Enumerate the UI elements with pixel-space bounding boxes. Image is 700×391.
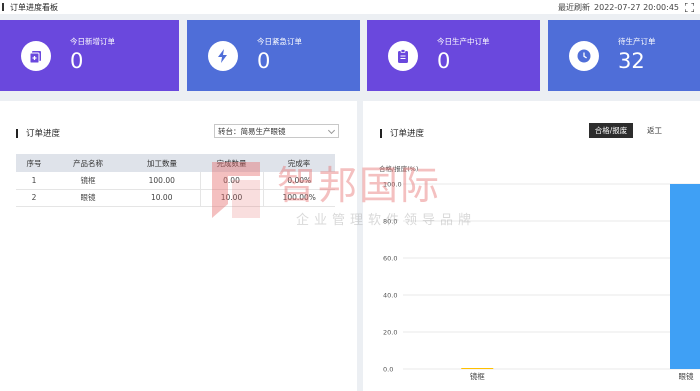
cell: 0.00 — [199, 172, 263, 190]
y-tick-label: 40.0 — [383, 292, 397, 300]
y-tick-label: 0.0 — [383, 366, 393, 374]
cell: 0.00% — [262, 172, 335, 190]
bars — [461, 184, 700, 369]
card-value: 0 — [70, 49, 84, 73]
cell: 镜框 — [52, 172, 124, 190]
title-mark — [2, 3, 4, 11]
card-label: 待生产订单 — [618, 37, 656, 46]
card-label: 今日紧急订单 — [257, 37, 302, 46]
order-table: 序号 产品名称 加工数量 完成数量 完成率 1 镜框 100.00 0.00 0… — [16, 154, 335, 207]
table-header-row: 序号 产品名称 加工数量 完成数量 完成率 — [16, 154, 335, 172]
panel-title-text: 订单进度 — [26, 129, 61, 139]
y-tick-label: 20.0 — [383, 329, 397, 337]
cell: 2 — [16, 189, 52, 207]
page-title: 订单进度看板 — [10, 2, 58, 12]
grid-lines — [403, 183, 700, 370]
y-axis-ticks: 100.0 80.0 60.0 40.0 20.0 0.0 — [383, 181, 402, 374]
y-axis-label: 合格/报废(%) — [379, 164, 418, 173]
progress-chart: 合格/报废(%) 100.0 80.0 60.0 40.0 20.0 0.0 镜框 眼镜 — [379, 164, 700, 381]
top-bar: 订单进度看板 最近刷新 2022-07-27 20:00:45 — [0, 0, 700, 14]
cell: 100.00 — [124, 172, 200, 190]
cell: 10.00 — [199, 189, 263, 207]
card-value: 32 — [618, 49, 645, 73]
bar[interactable] — [670, 184, 700, 369]
select-value: 转台：简易生产眼镜 — [218, 126, 286, 136]
y-tick-label: 100.0 — [383, 181, 402, 189]
card-pending-orders: 待生产订单 32 — [548, 20, 700, 91]
col-header: 序号 — [16, 154, 52, 172]
bar[interactable] — [461, 368, 494, 369]
fullscreen-icon[interactable] — [685, 2, 694, 12]
card-urgent-orders: 今日紧急订单 0 — [187, 20, 360, 91]
col-header: 完成率 — [263, 154, 335, 172]
card-in-production: 今日生产中订单 0 — [367, 20, 540, 91]
card-label: 今日新增订单 — [70, 37, 115, 46]
card-value: 0 — [437, 49, 451, 73]
y-tick-label: 80.0 — [383, 218, 397, 226]
cell: 10.00 — [124, 189, 200, 207]
cell: 1 — [16, 172, 52, 190]
order-progress-chart-panel: 订单进度 合格/报废 返工 合格/报废(%) 100.0 80.0 60.0 40.0… — [363, 101, 700, 391]
clipboard-icon — [388, 40, 418, 71]
x-tick-label: 镜框 — [470, 371, 485, 381]
lightning-icon — [208, 40, 238, 71]
add-document-icon — [21, 40, 51, 71]
col-header: 加工数量 — [124, 154, 200, 172]
card-label: 今日生产中订单 — [437, 37, 490, 46]
table-row[interactable]: 1 镜框 100.00 0.00 0.00% — [16, 172, 335, 190]
x-axis-ticks: 镜框 眼镜 — [470, 371, 694, 381]
title-mark — [16, 128, 18, 138]
production-line-select[interactable]: 转台：简易生产眼镜 — [214, 124, 339, 138]
chevron-down-icon — [327, 126, 336, 135]
refresh-label: 最近刷新 — [558, 2, 591, 12]
panel-title: 订单进度 — [16, 127, 60, 139]
col-header: 完成数量 — [200, 154, 263, 172]
refresh-time: 2022-07-27 20:00:45 — [594, 2, 679, 12]
clock-icon — [569, 40, 599, 71]
order-progress-table-panel: 订单进度 转台：简易生产眼镜 序号 产品名称 加工数量 完成数量 完成率 1 镜… — [0, 101, 357, 391]
cell: 眼镜 — [52, 189, 124, 207]
cell: 100.00% — [262, 189, 335, 207]
y-tick-label: 60.0 — [383, 255, 397, 263]
col-header: 产品名称 — [52, 154, 124, 172]
table-row[interactable]: 2 眼镜 10.00 10.00 100.00% — [16, 189, 335, 207]
card-value: 0 — [257, 49, 271, 73]
card-new-orders: 今日新增订单 0 — [0, 20, 179, 91]
x-tick-label: 眼镜 — [679, 371, 694, 381]
